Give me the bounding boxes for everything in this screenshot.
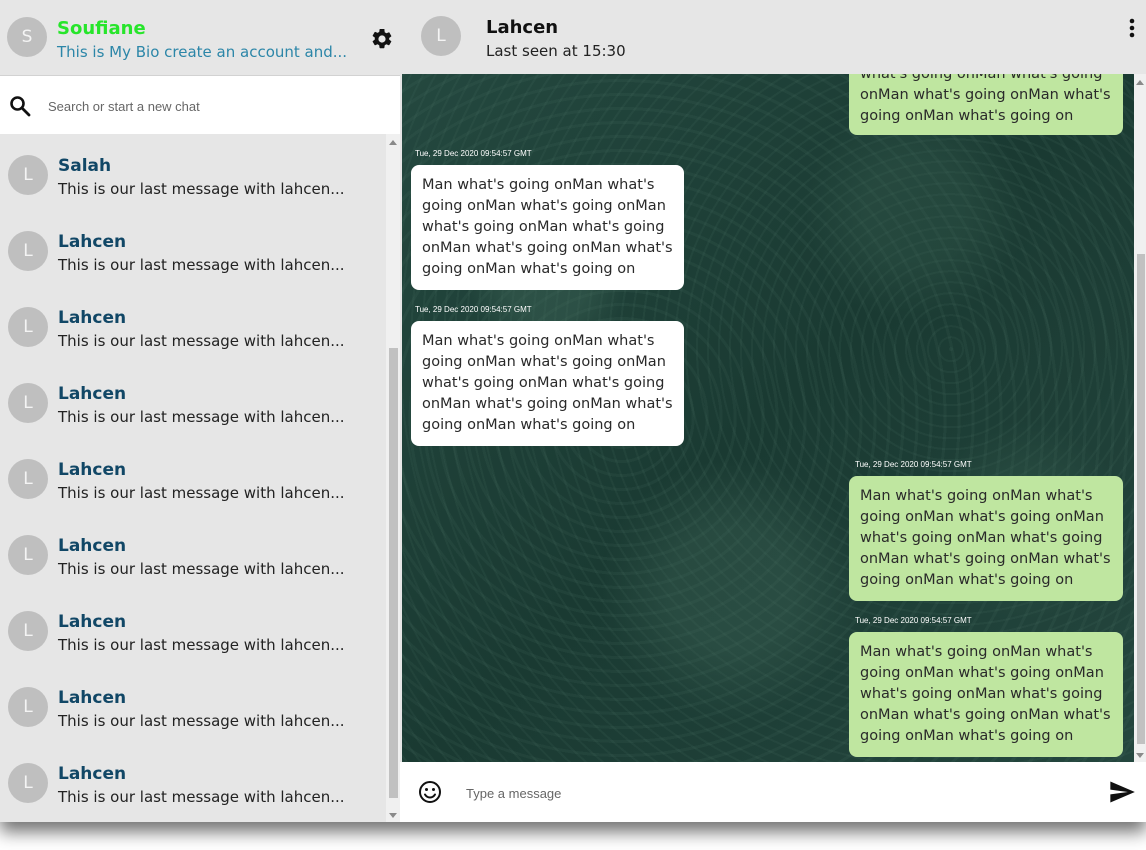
chat-list-item[interactable]: L Lahcen This is our last message with lah…	[0, 438, 386, 514]
message-text-line: onMan what's going onMan what's	[422, 240, 673, 256]
search-bar	[0, 76, 400, 134]
message-text-line: Man what's going onMan what's	[422, 333, 655, 349]
chat-name: Lahcen	[58, 536, 127, 556]
chat-avatar: L	[8, 763, 48, 803]
search-icon[interactable]	[8, 94, 32, 118]
chat-list-item[interactable]: L Lahcen This is our last message with lah…	[0, 362, 386, 438]
message-timestamp: Tue, 29 Dec 2020 09:54:57 GMT	[415, 305, 532, 314]
chat-name: Lahcen	[58, 764, 127, 784]
chat-list-item[interactable]: L Lahcen This is our last message with lah…	[0, 666, 386, 742]
profile-bio: This is My Bio create an account and...	[57, 43, 348, 61]
contact-avatar[interactable]: L	[421, 16, 461, 56]
chat-avatar: L	[8, 155, 48, 195]
message-text-line: Man what's going onMan what's	[422, 177, 655, 193]
message-text-line: what's going onMan what's going	[422, 375, 665, 391]
message-composer	[400, 762, 1146, 822]
profile-header: S Soufiane This is My Bio create an acco…	[0, 0, 400, 76]
chat-last-message: This is our last message with lahcen...	[58, 788, 345, 806]
chat-app: S Soufiane This is My Bio create an acco…	[0, 0, 1146, 822]
chat-name: Lahcen	[58, 460, 127, 480]
message-text-line: Man what's going onMan what's	[860, 644, 1093, 660]
scroll-down-arrow-icon[interactable]	[1136, 753, 1144, 758]
message-text-line: going onMan what's going onMan	[422, 198, 666, 214]
chat-last-message: This is our last message with lahcen...	[58, 484, 345, 502]
conversation-header: L Lahcen Last seen at 15:30	[400, 0, 1146, 74]
message-timestamp: Tue, 29 Dec 2020 09:54:57 GMT	[855, 460, 972, 469]
conversation-panel: L Lahcen Last seen at 15:30 what's going…	[400, 0, 1146, 822]
message-text-line: what's going onMan what's going	[860, 686, 1103, 702]
chat-list: L Salah This is our last message with lahc…	[0, 134, 386, 822]
message-text-line: onMan what's going onMan what's	[422, 396, 673, 412]
chat-list-item[interactable]: L Lahcen This is our last message with lah…	[0, 210, 386, 286]
message-text-line: onMan what's going onMan what's	[860, 551, 1111, 567]
chat-list-scrollbar[interactable]	[386, 134, 400, 822]
outgoing-message-bubble: Man what's going onMan what's going onMan…	[849, 476, 1123, 601]
profile-avatar[interactable]: S	[7, 17, 47, 57]
chat-avatar: L	[8, 611, 48, 651]
message-text-line: Man what's going onMan what's	[860, 488, 1093, 504]
message-input[interactable]	[464, 779, 1088, 807]
gear-icon[interactable]	[370, 27, 394, 51]
scrollbar-thumb[interactable]	[389, 348, 398, 798]
contact-name: Lahcen	[486, 17, 559, 38]
scrollbar-thumb[interactable]	[1137, 254, 1145, 744]
chat-last-message: This is our last message with lahcen...	[58, 408, 345, 426]
chat-name: Lahcen	[58, 688, 127, 708]
emoji-icon[interactable]	[418, 780, 442, 804]
more-vertical-icon[interactable]	[1124, 16, 1140, 40]
chat-list-item[interactable]: L Lahcen This is our last message with lah…	[0, 742, 386, 818]
chat-last-message: This is our last message with lahcen...	[58, 256, 345, 274]
chat-last-message: This is our last message with lahcen...	[58, 180, 345, 198]
chat-list-item[interactable]: L Lahcen This is our last message with lah…	[0, 286, 386, 362]
chat-name: Lahcen	[58, 232, 127, 252]
scroll-up-arrow-icon[interactable]	[1136, 80, 1144, 85]
message-timestamp: Tue, 29 Dec 2020 09:54:57 GMT	[415, 149, 532, 158]
message-text-line: going onMan what's going onMan	[422, 354, 666, 370]
message-text-line: going onMan what's going on	[422, 261, 636, 277]
message-text-line: going onMan what's going on	[860, 572, 1074, 588]
chat-avatar: L	[8, 307, 48, 347]
incoming-message-bubble: Man what's going onMan what's going onMan…	[411, 321, 684, 446]
message-text-line: going onMan what's going on	[422, 417, 636, 433]
chat-avatar: L	[8, 459, 48, 499]
message-area-scrollbar[interactable]	[1134, 74, 1146, 762]
profile-name: Soufiane	[57, 18, 146, 39]
chat-list-item[interactable]: L Lahcen This is our last message with lah…	[0, 590, 386, 666]
scroll-down-arrow-icon[interactable]	[389, 813, 397, 818]
chat-avatar: L	[8, 687, 48, 727]
chat-last-message: This is our last message with lahcen...	[58, 712, 345, 730]
chat-avatar: L	[8, 383, 48, 423]
message-timestamp: Tue, 29 Dec 2020 09:54:57 GMT	[855, 616, 972, 625]
chat-avatar: L	[8, 231, 48, 271]
chat-name: Lahcen	[58, 612, 127, 632]
chat-last-message: This is our last message with lahcen...	[58, 636, 345, 654]
sidebar: S Soufiane This is My Bio create an acco…	[0, 0, 400, 822]
outgoing-message-bubble: Man what's going onMan what's going onMan…	[849, 632, 1123, 757]
search-input[interactable]	[46, 92, 380, 120]
message-text-line: onMan what's going onMan what's	[860, 707, 1111, 723]
outgoing-message-bubble: what's going onMan what's going onMan wha…	[849, 74, 1123, 135]
message-text-line: what's going onMan what's going	[860, 74, 1103, 82]
chat-last-message: This is our last message with lahcen...	[58, 332, 345, 350]
message-text-line: going onMan what's going onMan	[860, 665, 1104, 681]
chat-name: Lahcen	[58, 308, 127, 328]
message-area: what's going onMan what's going onMan wha…	[402, 74, 1134, 762]
chat-avatar: L	[8, 535, 48, 575]
message-text-line: onMan what's going onMan what's	[860, 87, 1111, 103]
chat-list-item[interactable]: L Lahcen This is our last message with lah…	[0, 514, 386, 590]
last-seen-status: Last seen at 15:30	[486, 42, 626, 60]
message-text-line: going onMan what's going onMan	[860, 509, 1104, 525]
chat-name: Salah	[58, 156, 112, 176]
message-text-line: what's going onMan what's going	[422, 219, 665, 235]
send-icon[interactable]	[1108, 778, 1136, 806]
chat-list-item[interactable]: L Salah This is our last message with lahc…	[0, 134, 386, 210]
chat-name: Lahcen	[58, 384, 127, 404]
message-text-line: going onMan what's going on	[860, 728, 1074, 744]
message-text-line: going onMan what's going on	[860, 108, 1074, 124]
chat-last-message: This is our last message with lahcen...	[58, 560, 345, 578]
scroll-up-arrow-icon[interactable]	[389, 140, 397, 145]
incoming-message-bubble: Man what's going onMan what's going onMan…	[411, 165, 684, 290]
message-text-line: what's going onMan what's going	[860, 530, 1103, 546]
